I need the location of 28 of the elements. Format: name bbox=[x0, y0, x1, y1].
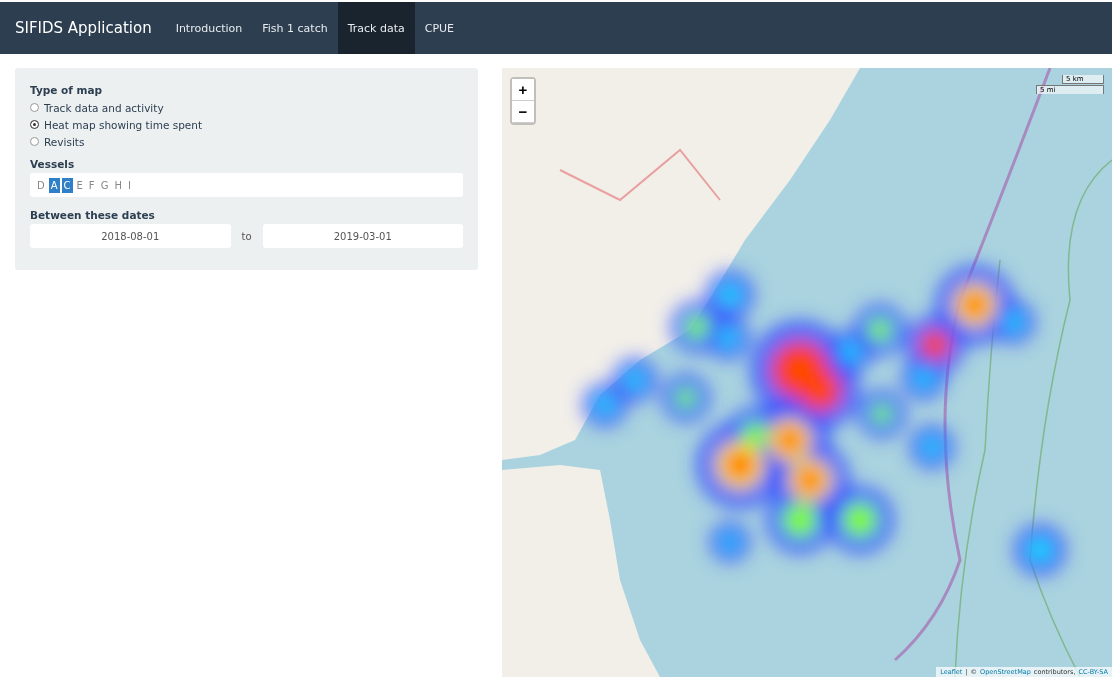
zoom-in-button[interactable]: + bbox=[512, 79, 534, 101]
radio-label[interactable]: Revisits bbox=[44, 135, 85, 148]
radio-button[interactable] bbox=[30, 137, 39, 146]
nav-tab[interactable]: Introduction bbox=[165, 2, 253, 54]
vessels-label: Vessels bbox=[30, 158, 76, 170]
vessel-chip[interactable]: A bbox=[48, 177, 60, 193]
map-type-label: Type of map bbox=[30, 84, 104, 96]
radio-button[interactable] bbox=[30, 120, 39, 129]
date-separator: to bbox=[240, 230, 253, 242]
vessel-chip[interactable]: H bbox=[112, 177, 124, 193]
vessel-chip[interactable]: D bbox=[35, 177, 47, 193]
app-title[interactable]: SIFIDS Application bbox=[15, 2, 152, 54]
zoom-out-button[interactable]: − bbox=[512, 101, 534, 123]
nav-tab[interactable]: CPUE bbox=[414, 2, 465, 54]
vessel-chip[interactable]: F bbox=[86, 177, 97, 193]
vessel-chip[interactable]: I bbox=[125, 177, 133, 193]
radio-button[interactable] bbox=[30, 103, 39, 112]
nav-tab[interactable]: Track data bbox=[337, 2, 415, 54]
end-date-field[interactable]: 2019-03-01 bbox=[262, 224, 463, 248]
nav-tab[interactable]: Fish 1 catch bbox=[252, 2, 338, 54]
dates-label: Between these dates bbox=[30, 209, 156, 221]
vessel-chip[interactable]: C bbox=[61, 177, 73, 193]
radio-label[interactable]: Heat map showing time spent bbox=[44, 118, 203, 131]
vessel-chip[interactable]: E bbox=[74, 177, 85, 193]
vessel-chip[interactable]: G bbox=[98, 177, 111, 193]
start-date-field[interactable]: 2018-08-01 bbox=[30, 224, 231, 248]
vessels-field[interactable]: D A C E F G H I bbox=[30, 173, 463, 197]
radio-label[interactable]: Track data and activity bbox=[44, 101, 164, 114]
